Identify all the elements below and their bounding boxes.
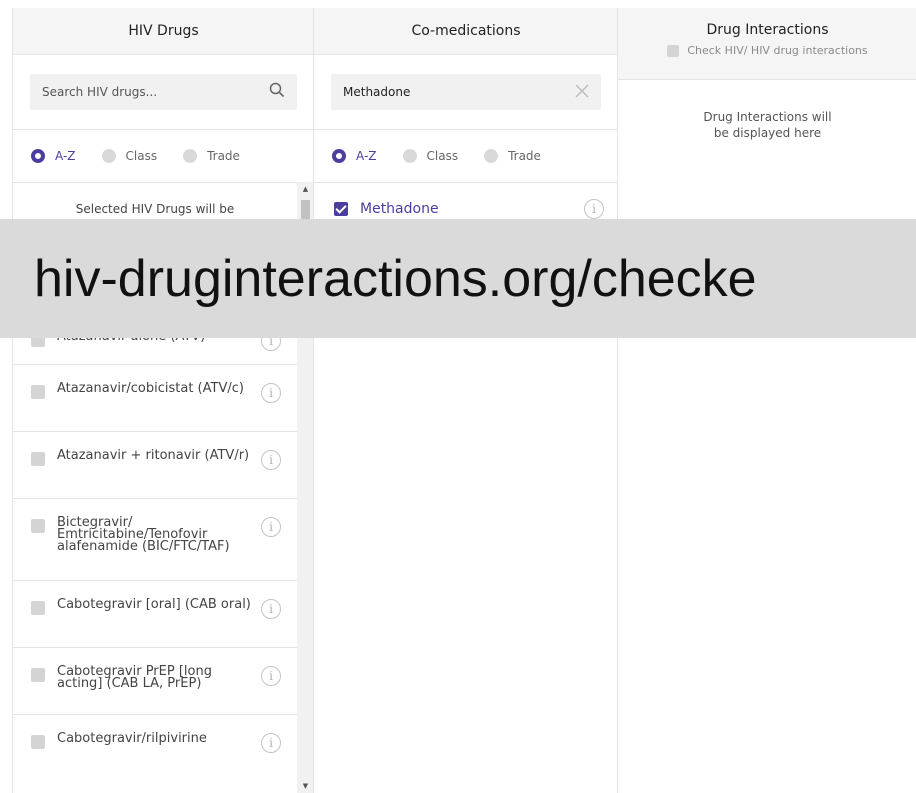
list-item[interactable]: Bictegravir/ Emtricitabine/Tenofovir ala… bbox=[13, 498, 297, 580]
hiv-search-placeholder: Search HIV drugs... bbox=[42, 85, 158, 99]
radio-icon bbox=[183, 149, 198, 163]
scroll-down-arrow-icon[interactable]: ▼ bbox=[297, 779, 314, 793]
hiv-search-input[interactable]: Search HIV drugs... bbox=[30, 74, 297, 110]
comed-sort-trade-label: Trade bbox=[508, 149, 541, 163]
comed-sort-class-label: Class bbox=[426, 149, 459, 163]
comed-search-bar: Methadone bbox=[314, 55, 618, 130]
drug-label: Cabotegravir PrEP [long acting] (CAB LA,… bbox=[57, 664, 212, 691]
info-icon[interactable]: i bbox=[261, 733, 281, 753]
info-icon[interactable]: i bbox=[261, 517, 281, 537]
info-icon[interactable]: i bbox=[261, 599, 281, 619]
co-medications-panel: Co-medications Methadone A-Z Class Trade… bbox=[313, 8, 618, 793]
comed-sort-az-label: A-Z bbox=[356, 149, 377, 163]
interactions-placeholder: Drug Interactions will be displayed here bbox=[618, 109, 916, 141]
comed-sort-az[interactable]: A-Z bbox=[332, 149, 377, 163]
list-item[interactable]: Atazanavir/cobicistat (ATV/c) i bbox=[13, 364, 297, 431]
interactions-placeholder-line2: be displayed here bbox=[713, 126, 822, 140]
selected-hiv-drugs-note: Selected HIV Drugs will be bbox=[75, 202, 235, 216]
hiv-sort-class-label: Class bbox=[125, 149, 158, 163]
co-medications-title: Co-medications bbox=[411, 23, 521, 39]
url-banner-text: hiv-druginteractions.org/checke bbox=[34, 249, 757, 308]
drug-label: Cabotegravir/rilpivirine bbox=[57, 731, 207, 746]
hiv-drugs-title: HIV Drugs bbox=[128, 23, 199, 39]
comed-label: Methadone bbox=[360, 201, 439, 217]
clear-icon[interactable] bbox=[575, 83, 589, 102]
drug-label: Atazanavir + ritonavir (ATV/r) bbox=[57, 448, 250, 463]
info-icon[interactable]: i bbox=[261, 383, 281, 403]
checkbox-icon[interactable] bbox=[31, 385, 45, 399]
hiv-sort-class[interactable]: Class bbox=[101, 149, 158, 163]
list-item[interactable]: Cabotegravir [oral] (CAB oral) i bbox=[13, 580, 297, 647]
comed-sort-class[interactable]: Class bbox=[402, 149, 459, 163]
checkbox-checked-icon[interactable] bbox=[334, 202, 348, 216]
list-item[interactable]: Cabotegravir PrEP [long acting] (CAB LA,… bbox=[13, 647, 297, 714]
radio-selected-icon bbox=[332, 149, 346, 163]
co-medications-header: Co-medications bbox=[314, 8, 618, 55]
hiv-drugs-panel: HIV Drugs Search HIV drugs... A-Z Class … bbox=[12, 8, 314, 793]
hiv-sort-trade[interactable]: Trade bbox=[183, 149, 240, 163]
checkbox-icon[interactable] bbox=[31, 601, 45, 615]
check-hiv-interactions-label: Check HIV/ HIV drug interactions bbox=[687, 44, 868, 57]
drug-interactions-title: Drug Interactions bbox=[706, 22, 829, 38]
comed-sort-options: A-Z Class Trade bbox=[314, 130, 618, 183]
checkbox-icon[interactable] bbox=[667, 44, 680, 57]
radio-icon bbox=[402, 149, 417, 163]
scroll-up-arrow-icon[interactable]: ▲ bbox=[297, 182, 314, 196]
info-icon[interactable]: i bbox=[261, 450, 281, 470]
hiv-search-bar: Search HIV drugs... bbox=[13, 55, 314, 130]
search-icon[interactable] bbox=[269, 82, 285, 102]
radio-icon bbox=[484, 149, 499, 163]
list-item[interactable]: Atazanavir + ritonavir (ATV/r) i bbox=[13, 431, 297, 498]
checkbox-icon[interactable] bbox=[31, 668, 45, 682]
hiv-drugs-header: HIV Drugs bbox=[13, 8, 314, 55]
hiv-sort-az-label: A-Z bbox=[55, 149, 76, 163]
comed-sort-trade[interactable]: Trade bbox=[484, 149, 541, 163]
info-icon[interactable]: i bbox=[261, 666, 281, 686]
hiv-sort-az[interactable]: A-Z bbox=[31, 149, 76, 163]
interactions-placeholder-line1: Drug Interactions will bbox=[703, 110, 832, 124]
info-icon[interactable]: i bbox=[584, 199, 604, 219]
drug-label: Bictegravir/ Emtricitabine/Tenofovir ala… bbox=[57, 515, 230, 554]
drug-label: Atazanavir/cobicistat (ATV/c) bbox=[57, 381, 244, 396]
hiv-sort-options: A-Z Class Trade bbox=[13, 130, 314, 183]
comed-search-input[interactable]: Methadone bbox=[331, 74, 601, 110]
radio-icon bbox=[101, 149, 116, 163]
list-item[interactable]: Cabotegravir/rilpivirine i bbox=[13, 714, 297, 774]
checkbox-icon[interactable] bbox=[31, 452, 45, 466]
checkbox-icon[interactable] bbox=[31, 519, 45, 533]
comed-search-value: Methadone bbox=[343, 85, 411, 99]
check-hiv-interactions-toggle[interactable]: Check HIV/ HIV drug interactions bbox=[667, 44, 868, 57]
radio-selected-icon bbox=[31, 149, 45, 163]
hiv-sort-trade-label: Trade bbox=[207, 149, 240, 163]
checkbox-icon[interactable] bbox=[31, 735, 45, 749]
scrollbar-thumb[interactable] bbox=[301, 200, 310, 220]
drug-label: Cabotegravir [oral] (CAB oral) bbox=[57, 597, 251, 612]
drug-interactions-panel: Drug Interactions Check HIV/ HIV drug in… bbox=[617, 8, 916, 793]
url-banner: hiv-druginteractions.org/checke bbox=[0, 219, 916, 338]
drug-interactions-header: Drug Interactions Check HIV/ HIV drug in… bbox=[618, 8, 916, 80]
